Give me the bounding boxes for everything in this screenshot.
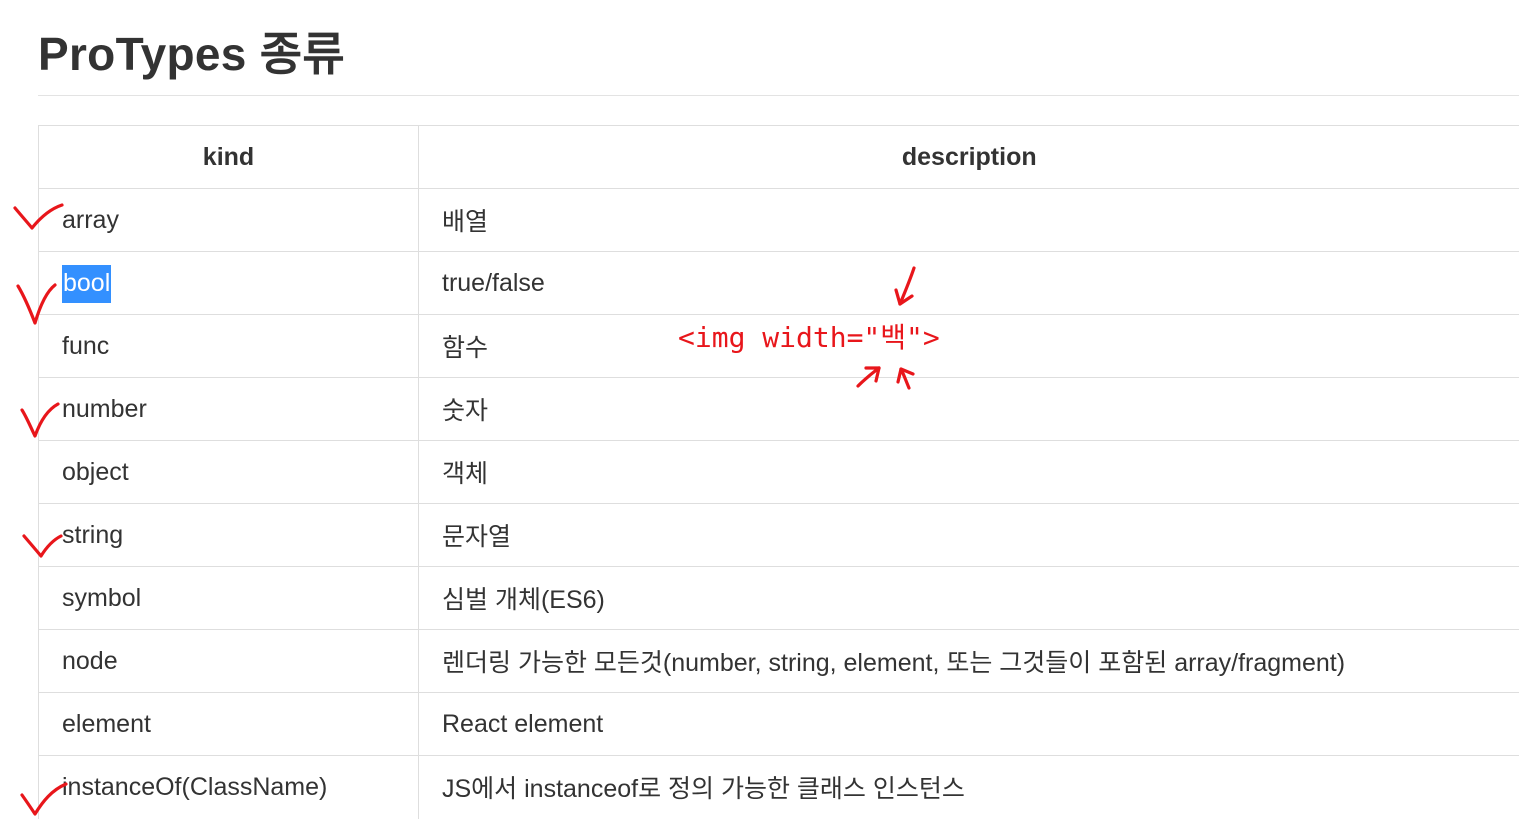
table-row: string 문자열 — [38, 503, 1519, 567]
description-cell[interactable]: 객체 — [418, 440, 1519, 504]
kind-cell[interactable]: string — [38, 503, 419, 567]
kind-cell[interactable]: number — [38, 377, 419, 441]
table-row: element React element — [38, 692, 1519, 756]
description-cell[interactable]: React element — [418, 692, 1519, 756]
table-row: object 객체 — [38, 440, 1519, 504]
column-header-description: description — [418, 125, 1519, 189]
table-row: instanceOf(ClassName) JS에서 instanceof로 정… — [38, 755, 1519, 819]
description-cell[interactable]: JS에서 instanceof로 정의 가능한 클래스 인스턴스 — [418, 755, 1519, 819]
table-row: symbol 심벌 개체(ES6) — [38, 566, 1519, 630]
description-cell[interactable]: 문자열 — [418, 503, 1519, 567]
kind-cell[interactable]: symbol — [38, 566, 419, 630]
handwritten-annotation: <img width="백"> — [678, 321, 940, 354]
prop-types-table: kind description array 배열 bool true/fals… — [38, 125, 1519, 819]
table-body: array 배열 bool true/false func 함수 number … — [38, 188, 1519, 819]
kind-cell[interactable]: bool — [38, 251, 419, 315]
table-row: number 숫자 — [38, 377, 1519, 441]
description-cell[interactable]: 함수 — [418, 314, 1519, 378]
page-title: ProTypes 종류 — [38, 28, 345, 80]
description-cell[interactable]: 숫자 — [418, 377, 1519, 441]
table-row: array 배열 — [38, 188, 1519, 252]
kind-cell[interactable]: array — [38, 188, 419, 252]
column-header-kind: kind — [38, 125, 419, 189]
selected-text[interactable]: bool — [62, 264, 112, 303]
prop-types-table-container: kind description array 배열 bool true/fals… — [38, 125, 1519, 819]
kind-cell[interactable]: element — [38, 692, 419, 756]
description-cell[interactable]: true/false — [418, 251, 1519, 315]
title-divider — [38, 95, 1519, 96]
description-cell[interactable]: 렌더링 가능한 모든것(number, string, element, 또는 … — [418, 629, 1519, 693]
table-header-row: kind description — [38, 125, 1519, 189]
table-row: node 렌더링 가능한 모든것(number, string, element… — [38, 629, 1519, 693]
kind-cell[interactable]: node — [38, 629, 419, 693]
description-cell[interactable]: 배열 — [418, 188, 1519, 252]
kind-cell[interactable]: object — [38, 440, 419, 504]
kind-cell[interactable]: func — [38, 314, 419, 378]
table-row: bool true/false — [38, 251, 1519, 315]
kind-cell[interactable]: instanceOf(ClassName) — [38, 755, 419, 819]
description-cell[interactable]: 심벌 개체(ES6) — [418, 566, 1519, 630]
